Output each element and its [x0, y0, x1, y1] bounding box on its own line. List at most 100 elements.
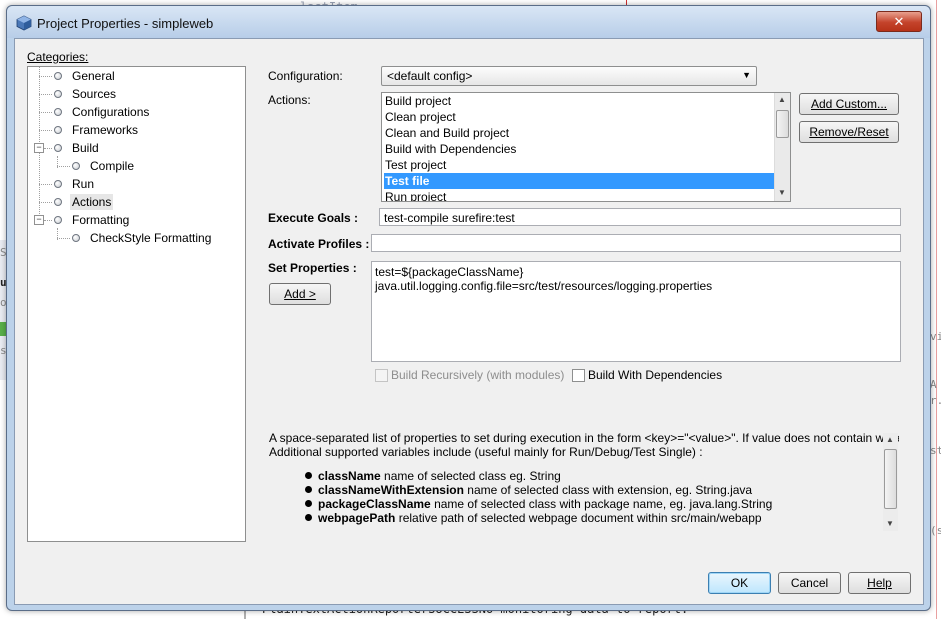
dropdown-arrow-icon: ▼ [742, 70, 751, 80]
variable-desc: name of selected class eg. String [380, 469, 561, 483]
category-label: Actions [70, 194, 114, 210]
scrollbar-thumb[interactable] [776, 110, 789, 138]
tree-connector [44, 148, 52, 149]
scroll-down-icon[interactable]: ▼ [778, 188, 786, 197]
execute-goals-input[interactable]: test-compile surefire:test [379, 208, 901, 226]
button-label: Remove/Reset [809, 125, 889, 139]
background-code-fragment: vi [930, 330, 941, 343]
add-property-button[interactable]: Add > [269, 283, 331, 305]
help-bullet: webpagePath relative path of selected we… [305, 511, 772, 525]
category-label: Build [72, 141, 99, 155]
category-label: Configurations [72, 105, 150, 119]
close-button[interactable]: ✕ [876, 11, 922, 32]
categories-tree[interactable]: − − General Sources Configurations Frame… [27, 66, 246, 542]
help-bullet: packageClassName name of selected class … [305, 497, 772, 511]
variable-name: className [318, 469, 381, 483]
node-icon [54, 198, 62, 206]
variable-name: classNameWithExtension [318, 483, 464, 497]
help-scrollbar[interactable]: ▲ ▼ [883, 433, 898, 531]
category-label: Compile [90, 159, 135, 173]
action-item[interactable]: Test project [384, 157, 775, 173]
actions-scrollbar[interactable]: ▲ ▼ [774, 93, 790, 201]
action-item[interactable]: Clean project [384, 109, 775, 125]
node-icon [54, 90, 62, 98]
tree-connector [39, 184, 52, 185]
configuration-label: Configuration: [268, 69, 343, 83]
add-custom-button[interactable]: Add Custom... [799, 93, 899, 115]
activate-profiles-label: Activate Profiles : [268, 237, 370, 251]
node-icon [72, 162, 80, 170]
title-bar[interactable]: Project Properties - simpleweb ✕ [7, 6, 930, 38]
netbeans-cube-icon [16, 15, 32, 31]
action-item-selected[interactable]: Test file [384, 173, 775, 189]
bullet-icon [305, 472, 312, 479]
action-item[interactable]: Build project [384, 93, 775, 109]
variable-name: webpagePath [318, 511, 396, 525]
bullet-icon [305, 500, 312, 507]
help-variables-list: className name of selected class eg. Str… [305, 469, 772, 525]
category-label: Formatting [72, 213, 130, 227]
help-text: A space-separated list of properties to … [269, 431, 899, 459]
variable-name: packageClassName [318, 497, 431, 511]
help-bullet: className name of selected class eg. Str… [305, 469, 772, 483]
project-properties-dialog: Project Properties - simpleweb ✕ Categor… [6, 5, 931, 611]
category-label: Sources [72, 87, 117, 101]
configuration-dropdown[interactable]: <default config> ▼ [381, 66, 757, 86]
tree-connector [44, 220, 52, 221]
set-properties-label: Set Properties : [268, 261, 357, 275]
configuration-value: <default config> [387, 69, 473, 83]
node-icon [54, 216, 62, 224]
build-with-dependencies-label: Build With Dependencies [588, 368, 723, 382]
background-code-fragment: (s [930, 524, 941, 537]
categories-label: Categories: [27, 50, 89, 64]
remove-reset-button[interactable]: Remove/Reset [799, 121, 899, 143]
tree-connector [39, 112, 52, 113]
formatting-collapse-toggle[interactable]: − [34, 215, 44, 225]
close-icon: ✕ [893, 14, 905, 29]
node-icon [54, 180, 62, 188]
scroll-down-icon[interactable]: ▼ [886, 519, 894, 528]
node-icon [54, 144, 62, 152]
category-label: CheckStyle Formatting [90, 231, 212, 245]
set-properties-textarea[interactable]: test=${packageClassName} java.util.loggi… [371, 261, 901, 362]
category-label: Run [72, 177, 95, 191]
activate-profiles-input[interactable] [371, 234, 901, 252]
help-line: Additional supported variables include (… [269, 445, 703, 459]
node-icon [54, 72, 62, 80]
node-icon [72, 234, 80, 242]
help-line: A space-separated list of properties to … [269, 431, 899, 445]
node-icon [54, 108, 62, 116]
category-label: Frameworks [72, 123, 139, 137]
scroll-up-icon[interactable]: ▲ [886, 435, 894, 444]
window-title: Project Properties - simpleweb [37, 16, 214, 31]
button-label: Add > [284, 287, 316, 301]
background-code-fragment: r. [930, 394, 941, 407]
actions-list[interactable]: Build project Clean project Clean and Bu… [381, 92, 791, 202]
background-code-fragment: st [930, 444, 941, 457]
tree-connector [39, 130, 52, 131]
ok-button[interactable]: OK [708, 572, 771, 594]
bullet-icon [305, 486, 312, 493]
scroll-up-icon[interactable]: ▲ [778, 95, 786, 104]
scrollbar-thumb[interactable] [884, 449, 897, 509]
action-item[interactable]: Build with Dependencies [384, 141, 775, 157]
build-recursively-checkbox[interactable] [375, 369, 388, 382]
tree-connector [39, 202, 52, 203]
action-item[interactable]: Run project [384, 189, 775, 201]
bullet-icon [305, 514, 312, 521]
build-with-dependencies-checkbox[interactable] [572, 369, 585, 382]
actions-label: Actions: [268, 93, 311, 107]
node-icon [54, 126, 62, 134]
help-bullet: classNameWithExtension name of selected … [305, 483, 772, 497]
build-recursively-label: Build Recursively (with modules) [391, 368, 565, 382]
variable-desc: name of selected class with package name… [430, 497, 773, 511]
build-collapse-toggle[interactable]: − [34, 143, 44, 153]
button-label: Add Custom... [810, 97, 888, 111]
cancel-button[interactable]: Cancel [778, 572, 841, 594]
variable-desc: name of selected class with extension, e… [463, 483, 753, 497]
help-button[interactable]: Help [848, 572, 911, 594]
tree-connector [57, 166, 70, 167]
action-item[interactable]: Clean and Build project [384, 125, 775, 141]
variable-desc: relative path of selected webpage docume… [395, 511, 762, 525]
category-label: General [72, 69, 115, 83]
